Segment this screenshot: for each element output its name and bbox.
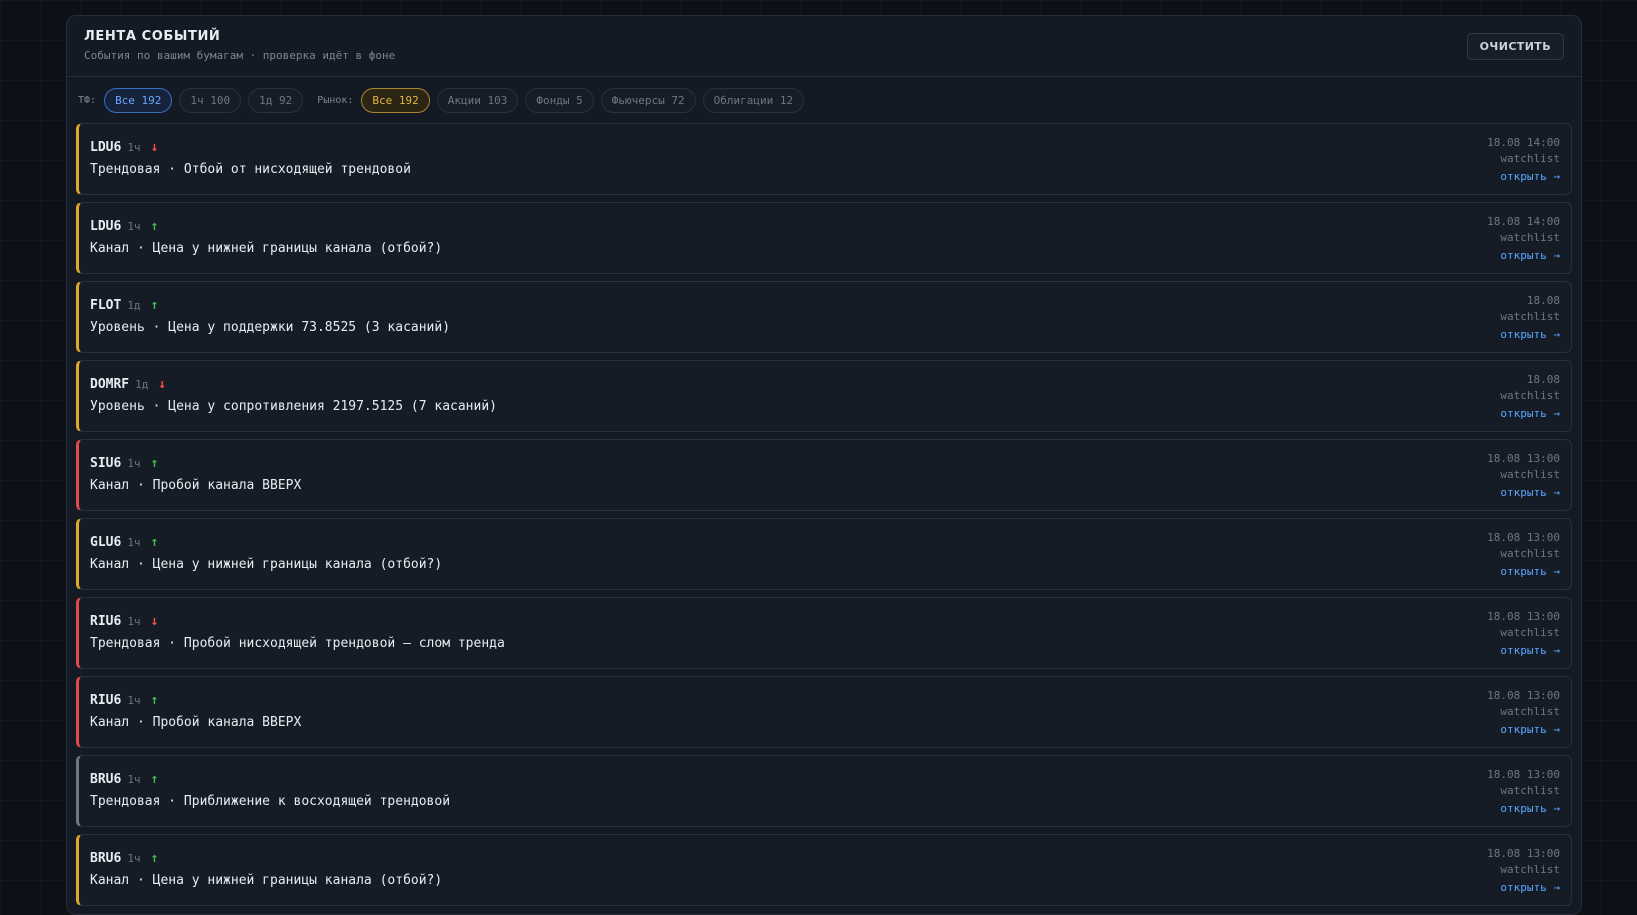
event-card: BRU6 1ч ↑ Трендовая · Приближение к восх… <box>76 755 1572 827</box>
event-description: Уровень · Цена у поддержки 73.8525 (3 ка… <box>90 320 451 335</box>
panel-header: ЛЕНТА СОБЫТИЙ События по вашим бумагам ·… <box>67 16 1581 77</box>
event-description: Трендовая · Пробой нисходящей трендовой … <box>90 636 505 651</box>
event-source: watchlist <box>1500 626 1560 639</box>
arrow-up-icon: ↑ <box>150 456 159 471</box>
arrow-down-icon: ↓ <box>150 140 159 155</box>
event-timeframe: 1ч <box>127 773 141 786</box>
event-ticker[interactable]: FLOT <box>90 298 121 313</box>
open-event-link[interactable]: открыть → <box>1487 563 1560 581</box>
page-subtitle: События по вашим бумагам · проверка идёт… <box>84 49 396 62</box>
event-source: watchlist <box>1500 231 1560 244</box>
event-time: 18.08 13:00 <box>1487 847 1560 860</box>
event-time: 18.08 14:00 <box>1487 215 1560 228</box>
arrow-up-icon: ↑ <box>150 693 159 708</box>
event-timeframe: 1ч <box>127 141 141 154</box>
event-timeframe: 1ч <box>127 694 141 707</box>
event-time: 18.08 13:00 <box>1487 768 1560 781</box>
arrow-down-icon: ↓ <box>158 377 167 392</box>
open-event-link[interactable]: открыть → <box>1487 247 1560 265</box>
event-timeframe: 1ч <box>127 457 141 470</box>
open-event-link[interactable]: открыть → <box>1487 168 1560 186</box>
tf-chip-1h[interactable]: 1ч 100 <box>179 87 242 113</box>
events-feed-panel: ЛЕНТА СОБЫТИЙ События по вашим бумагам ·… <box>66 15 1582 915</box>
event-card: RIU6 1ч ↓ Трендовая · Пробой нисходящей … <box>76 597 1572 669</box>
event-ticker[interactable]: LDU6 <box>90 140 121 155</box>
market-chip-bonds[interactable]: Облигации 12 <box>702 87 805 113</box>
event-ticker[interactable]: DOMRF <box>90 377 129 392</box>
event-time: 18.08 <box>1526 294 1560 307</box>
event-description: Уровень · Цена у сопротивления 2197.5125… <box>90 399 497 414</box>
event-time: 18.08 13:00 <box>1487 689 1560 702</box>
open-event-link[interactable]: открыть → <box>1487 721 1560 739</box>
event-ticker[interactable]: LDU6 <box>90 219 121 234</box>
open-event-link[interactable]: открыть → <box>1487 800 1560 818</box>
event-ticker[interactable]: RIU6 <box>90 693 121 708</box>
event-source: watchlist <box>1500 547 1560 560</box>
event-description: Канал · Цена у нижней границы канала (от… <box>90 241 443 256</box>
market-chip-funds[interactable]: Фонды 5 <box>525 87 594 113</box>
timeframe-filter-label: ТФ: <box>78 94 97 106</box>
event-time: 18.08 13:00 <box>1487 452 1560 465</box>
event-source: watchlist <box>1500 863 1560 876</box>
market-chip-futures[interactable]: Фьючерсы 72 <box>600 87 696 113</box>
event-timeframe: 1ч <box>127 852 141 865</box>
event-ticker[interactable]: BRU6 <box>90 772 121 787</box>
open-event-link[interactable]: открыть → <box>1487 642 1560 660</box>
event-timeframe: 1ч <box>127 615 141 628</box>
filter-bar: ТФ: Все 192 1ч 100 1д 92 Рынок: Все 192 … <box>67 77 1581 123</box>
arrow-down-icon: ↓ <box>150 614 159 629</box>
event-timeframe: 1ч <box>127 220 141 233</box>
event-source: watchlist <box>1500 152 1560 165</box>
event-time: 18.08 <box>1526 373 1560 386</box>
open-event-link[interactable]: открыть → <box>1500 326 1560 344</box>
event-description: Канал · Цена у нижней границы канала (от… <box>90 557 443 572</box>
market-filter-label: Рынок: <box>317 94 354 106</box>
event-source: watchlist <box>1500 389 1560 402</box>
event-card: GLU6 1ч ↑ Канал · Цена у нижней границы … <box>76 518 1572 590</box>
market-chip-all[interactable]: Все 192 <box>361 87 430 113</box>
tf-chip-1d[interactable]: 1д 92 <box>248 87 304 113</box>
event-card: LDU6 1ч ↓ Трендовая · Отбой от нисходяще… <box>76 123 1572 195</box>
event-time: 18.08 13:00 <box>1487 610 1560 623</box>
event-source: watchlist <box>1500 468 1560 481</box>
event-description: Трендовая · Приближение к восходящей тре… <box>90 794 451 809</box>
event-timeframe: 1д <box>127 299 141 312</box>
arrow-up-icon: ↑ <box>150 851 159 866</box>
event-ticker[interactable]: RIU6 <box>90 614 121 629</box>
event-card: LDU6 1ч ↑ Канал · Цена у нижней границы … <box>76 202 1572 274</box>
event-description: Канал · Цена у нижней границы канала (от… <box>90 873 443 888</box>
open-event-link[interactable]: открыть → <box>1487 879 1560 897</box>
event-source: watchlist <box>1500 310 1560 323</box>
event-ticker[interactable]: GLU6 <box>90 535 121 550</box>
arrow-up-icon: ↑ <box>150 772 159 787</box>
event-card: FLOT 1д ↑ Уровень · Цена у поддержки 73.… <box>76 281 1572 353</box>
tf-chip-all[interactable]: Все 192 <box>104 87 173 113</box>
event-ticker[interactable]: SIU6 <box>90 456 121 471</box>
market-chip-stocks[interactable]: Акции 103 <box>436 87 519 113</box>
event-card: SIU6 1ч ↑ Канал · Пробой канала ВВЕРХ 18… <box>76 439 1572 511</box>
event-card: BRU6 1ч ↑ Канал · Цена у нижней границы … <box>76 834 1572 906</box>
arrow-up-icon: ↑ <box>150 298 159 313</box>
event-source: watchlist <box>1500 705 1560 718</box>
event-timeframe: 1д <box>135 378 149 391</box>
event-source: watchlist <box>1500 784 1560 797</box>
arrow-up-icon: ↑ <box>150 535 159 550</box>
arrow-up-icon: ↑ <box>150 219 159 234</box>
open-event-link[interactable]: открыть → <box>1500 405 1560 423</box>
event-card: RIU6 1ч ↑ Канал · Пробой канала ВВЕРХ 18… <box>76 676 1572 748</box>
event-card: DOMRF 1д ↓ Уровень · Цена у сопротивлени… <box>76 360 1572 432</box>
page-title: ЛЕНТА СОБЫТИЙ <box>84 29 221 44</box>
event-timeframe: 1ч <box>127 536 141 549</box>
event-time: 18.08 13:00 <box>1487 531 1560 544</box>
event-time: 18.08 14:00 <box>1487 136 1560 149</box>
event-description: Канал · Пробой канала ВВЕРХ <box>90 715 302 730</box>
events-list: LDU6 1ч ↓ Трендовая · Отбой от нисходяще… <box>67 123 1581 906</box>
open-event-link[interactable]: открыть → <box>1487 484 1560 502</box>
clear-button[interactable]: ОЧИСТИТЬ <box>1466 33 1564 60</box>
event-description: Канал · Пробой канала ВВЕРХ <box>90 478 302 493</box>
event-description: Трендовая · Отбой от нисходящей трендово… <box>90 162 411 177</box>
event-ticker[interactable]: BRU6 <box>90 851 121 866</box>
